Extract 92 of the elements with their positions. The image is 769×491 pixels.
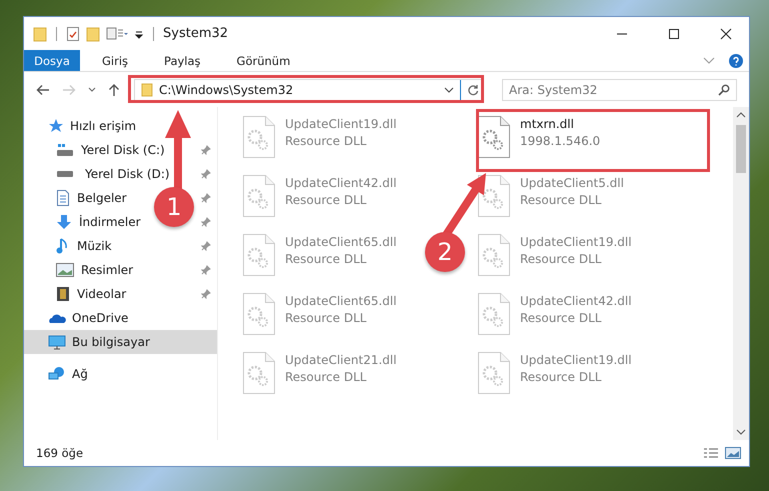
file-item[interactable]: mtxrn.dll 1998.1.546.0 — [475, 113, 602, 161]
music-note-icon — [56, 238, 70, 254]
file-name: UpdateClient19.dll — [520, 353, 632, 367]
sidebar-item[interactable]: Müzik — [24, 234, 118, 258]
download-icon — [56, 214, 72, 230]
file-item[interactable]: UpdateClient42.dll Resource DLL — [240, 172, 399, 220]
computer-icon — [48, 334, 66, 350]
dll-file-icon — [477, 115, 511, 159]
file-name: UpdateClient19.dll — [520, 235, 632, 249]
network-icon — [48, 366, 66, 382]
dll-file-icon — [477, 351, 511, 395]
file-item[interactable]: UpdateClient19.dll Resource DLL — [475, 349, 634, 397]
dll-file-icon — [242, 292, 276, 336]
dll-file-icon — [242, 233, 276, 277]
file-name: UpdateClient65.dll — [285, 235, 397, 249]
file-detail: Resource DLL — [520, 193, 602, 207]
properties-icon — [66, 26, 80, 42]
sidebar-item[interactable]: Resimler — [24, 258, 140, 282]
window-title: System32 — [163, 26, 228, 41]
search-field[interactable]: Ara: System32 — [502, 78, 737, 100]
file-item[interactable]: UpdateClient42.dll Resource DLL — [475, 290, 634, 338]
star-icon — [48, 118, 64, 134]
new-folder-icon — [86, 26, 100, 42]
up-icon[interactable] — [108, 82, 120, 96]
document-icon — [56, 190, 70, 206]
address-path: C:\Windows\System32 — [159, 82, 294, 96]
file-detail: Resource DLL — [285, 134, 368, 148]
sidebar-item[interactable]: İndirmeler — [24, 210, 147, 234]
dll-file-icon — [242, 174, 276, 218]
view-dropdown-icon — [106, 26, 128, 42]
sidebar-item[interactable]: Videolar — [24, 282, 132, 306]
back-icon[interactable] — [36, 84, 50, 96]
ribbon-tab[interactable]: Dosya — [24, 50, 80, 71]
scroll-up-icon[interactable] — [736, 111, 746, 119]
file-item[interactable]: UpdateClient19.dll Resource DLL — [475, 231, 634, 279]
large-icons-view-icon[interactable] — [725, 447, 741, 459]
sidebar-item[interactable]: Bu bilgisayar — [24, 330, 217, 354]
dll-file-icon — [242, 115, 276, 159]
scrollbar[interactable] — [733, 107, 749, 440]
file-detail: Resource DLL — [285, 370, 368, 384]
file-name: UpdateClient19.dll — [285, 117, 397, 131]
file-item[interactable]: UpdateClient21.dll Resource DLL — [240, 349, 399, 397]
dll-file-icon — [242, 351, 276, 395]
file-item[interactable]: UpdateClient65.dll Resource DLL — [240, 290, 399, 338]
file-item[interactable]: UpdateClient65.dll Resource DLL — [240, 231, 399, 279]
help-icon[interactable] — [729, 54, 743, 68]
drive-icon — [56, 171, 74, 177]
dll-file-icon — [477, 174, 511, 218]
sidebar-item[interactable]: OneDrive — [24, 306, 217, 330]
file-name: mtxrn.dll — [520, 117, 575, 131]
search-icon — [718, 84, 730, 96]
file-name: UpdateClient5.dll — [520, 176, 624, 190]
file-detail: Resource DLL — [520, 252, 602, 266]
dropdown-icon[interactable] — [444, 86, 454, 92]
details-view-icon[interactable] — [703, 447, 719, 459]
expand-ribbon-icon[interactable] — [703, 56, 715, 64]
film-icon — [56, 286, 70, 302]
ribbon-tab[interactable]: Paylaş — [150, 50, 215, 71]
maximize-icon — [668, 28, 680, 40]
file-item[interactable]: UpdateClient5.dll Resource DLL — [475, 172, 626, 220]
picture-icon — [56, 263, 74, 277]
file-name: UpdateClient21.dll — [285, 353, 397, 367]
file-detail: Resource DLL — [520, 370, 602, 384]
file-name: UpdateClient42.dll — [285, 176, 397, 190]
file-item[interactable]: UpdateClient19.dll Resource DLL — [240, 113, 399, 161]
recent-locations-icon[interactable] — [88, 86, 96, 92]
sidebar-item[interactable]: Belgeler — [24, 186, 133, 210]
scroll-thumb[interactable] — [736, 125, 746, 173]
ribbon-tab[interactable]: Giriş — [88, 50, 142, 71]
file-name: UpdateClient65.dll — [285, 294, 397, 308]
dll-file-icon — [477, 233, 511, 277]
file-detail: Resource DLL — [285, 252, 368, 266]
file-detail: 1998.1.546.0 — [520, 134, 600, 148]
sidebar-item[interactable]: Yerel Disk (C:) — [24, 138, 171, 162]
ribbon-tab[interactable]: Görünüm — [222, 50, 304, 71]
address-bar[interactable]: C:\Windows\System32 — [134, 78, 484, 100]
item-count: 169 öğe — [36, 446, 84, 460]
sidebar-item[interactable]: Ağ — [24, 362, 217, 386]
file-detail: Resource DLL — [285, 311, 368, 325]
cloud-icon — [48, 312, 66, 324]
folder-icon — [33, 26, 47, 42]
sidebar-item[interactable]: Yerel Disk (D:) — [24, 162, 176, 186]
file-detail: Resource DLL — [520, 311, 602, 325]
file-name: UpdateClient42.dll — [520, 294, 632, 308]
refresh-icon[interactable] — [467, 84, 479, 96]
scroll-down-icon[interactable] — [736, 428, 746, 436]
file-detail: Resource DLL — [285, 193, 368, 207]
sidebar-item[interactable]: Hızlı erişim — [24, 114, 217, 138]
close-icon — [720, 28, 732, 40]
folder-icon — [141, 82, 153, 96]
drive-icon — [56, 143, 74, 157]
dll-file-icon — [477, 292, 511, 336]
